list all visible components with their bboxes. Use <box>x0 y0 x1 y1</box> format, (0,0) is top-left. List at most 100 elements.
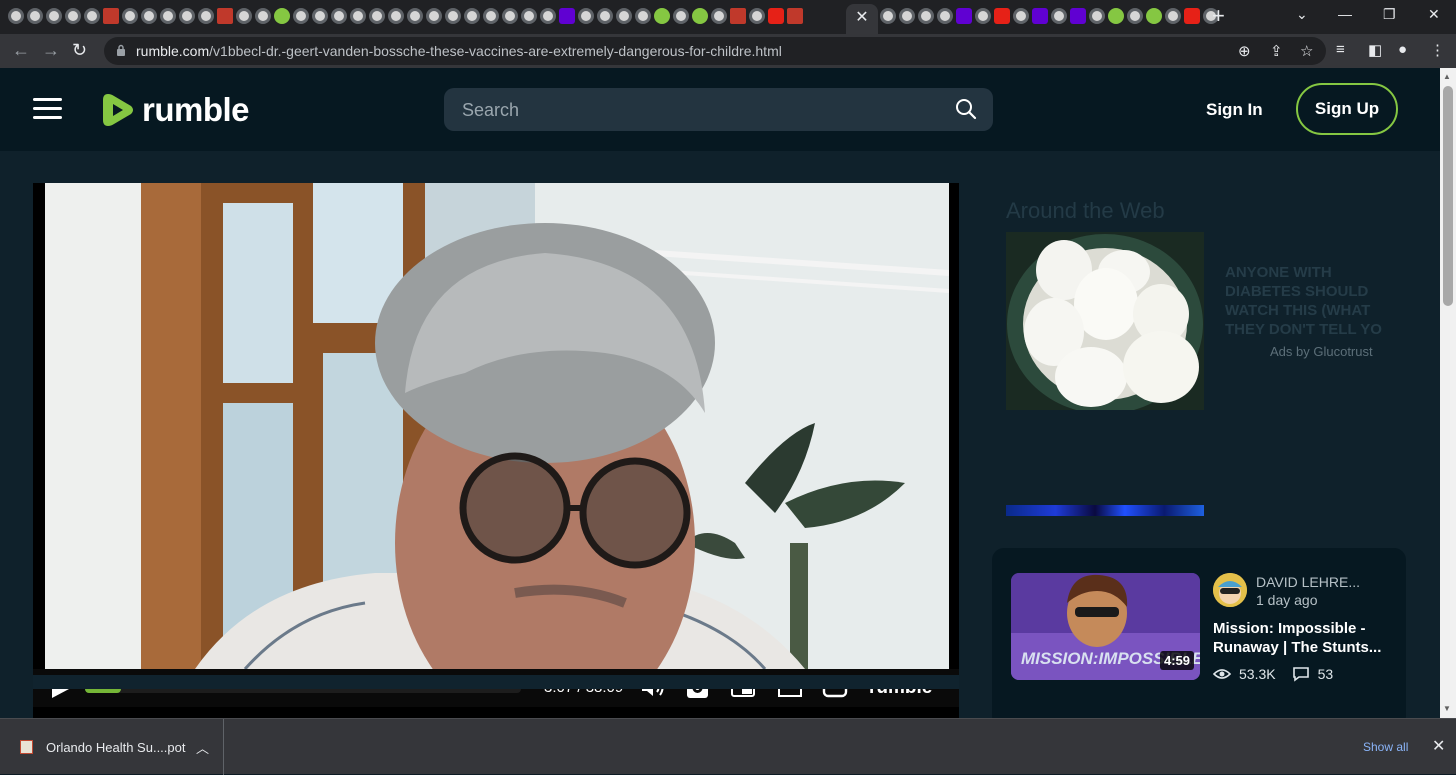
tab-favicon[interactable] <box>274 8 290 24</box>
ad-headline[interactable]: ANYONE WITH DIABETES SHOULD WATCH THIS (… <box>1225 263 1405 339</box>
related-video-card[interactable]: MISSION:IMPOSSIBLE 4:59 DAVID LEHRE... 1… <box>992 548 1406 728</box>
tab-favicon[interactable] <box>122 8 138 24</box>
tab-favicon[interactable] <box>956 8 972 24</box>
tab-favicon[interactable] <box>540 8 556 24</box>
tab-favicon[interactable] <box>918 8 934 24</box>
share-icon[interactable]: ⇪ <box>1270 42 1283 60</box>
tab-favicon[interactable] <box>880 8 896 24</box>
tab-favicon[interactable] <box>388 8 404 24</box>
page-scrollbar[interactable]: ▲ ▼ <box>1440 68 1456 718</box>
tab-favicon[interactable] <box>1184 8 1200 24</box>
search-bar[interactable] <box>444 88 993 131</box>
tab-favicons[interactable] <box>8 8 803 26</box>
tab-favicon[interactable] <box>1127 8 1143 24</box>
tab-favicons-right[interactable] <box>880 8 1219 26</box>
tab-favicon[interactable] <box>1032 8 1048 24</box>
tab-favicon[interactable] <box>1089 8 1105 24</box>
tab-favicon[interactable] <box>749 8 765 24</box>
tab-favicon[interactable] <box>141 8 157 24</box>
sign-up-button[interactable]: Sign Up <box>1296 83 1398 135</box>
restore-icon[interactable]: ❐ <box>1383 6 1396 23</box>
tab-favicon[interactable] <box>350 8 366 24</box>
tab-favicon[interactable] <box>1165 8 1181 24</box>
tab-favicon[interactable] <box>654 8 670 24</box>
tab-favicon[interactable] <box>673 8 689 24</box>
ad-image-eggs[interactable] <box>1006 232 1204 410</box>
tab-favicon[interactable] <box>65 8 81 24</box>
url-text[interactable]: rumble.com/v1bbecl-dr.-geert-vanden-boss… <box>136 43 782 59</box>
scroll-thumb[interactable] <box>1443 86 1453 306</box>
download-item[interactable]: Orlando Health Su....pot ︿ <box>0 719 224 775</box>
tab-favicon[interactable] <box>1051 8 1067 24</box>
tab-favicon[interactable] <box>84 8 100 24</box>
media-control-icon[interactable]: ≡ <box>1336 41 1345 58</box>
tab-favicon[interactable] <box>369 8 385 24</box>
sign-in-link[interactable]: Sign In <box>1206 100 1263 120</box>
tab-favicon[interactable] <box>217 8 233 24</box>
tab-favicon[interactable] <box>937 8 953 24</box>
tab-favicon[interactable] <box>8 8 24 24</box>
search-input[interactable] <box>460 99 940 122</box>
tab-favicon[interactable] <box>559 8 575 24</box>
tab-favicon[interactable] <box>730 8 746 24</box>
ad-banner-strip[interactable] <box>1006 505 1204 516</box>
tab-favicon[interactable] <box>994 8 1010 24</box>
channel-name[interactable]: DAVID LEHRE... <box>1256 574 1360 590</box>
bookmark-star-icon[interactable]: ☆ <box>1300 42 1313 60</box>
related-video-title[interactable]: Mission: Impossible - Runaway | The Stun… <box>1213 619 1391 657</box>
tab-favicon[interactable] <box>768 8 784 24</box>
video-frame[interactable] <box>45 183 949 669</box>
profile-icon[interactable]: ● <box>1398 41 1407 58</box>
tab-favicon[interactable] <box>787 8 803 24</box>
hamburger-menu-icon[interactable] <box>33 98 62 120</box>
tab-favicon[interactable] <box>502 8 518 24</box>
tab-favicon[interactable] <box>255 8 271 24</box>
tab-favicon[interactable] <box>597 8 613 24</box>
tab-favicon[interactable] <box>616 8 632 24</box>
tab-favicon[interactable] <box>464 8 480 24</box>
channel-avatar[interactable] <box>1213 573 1247 607</box>
scroll-up-icon[interactable]: ▲ <box>1443 72 1451 81</box>
scroll-down-icon[interactable]: ▼ <box>1443 704 1451 713</box>
rumble-logo[interactable]: rumble <box>100 90 250 130</box>
tab-favicon[interactable] <box>160 8 176 24</box>
chevron-up-icon[interactable]: ︿ <box>196 738 209 757</box>
tab-favicon[interactable] <box>407 8 423 24</box>
tab-favicon[interactable] <box>711 8 727 24</box>
tab-favicon[interactable] <box>312 8 328 24</box>
tab-favicon[interactable] <box>445 8 461 24</box>
browser-menu-icon[interactable]: ⋮ <box>1430 41 1445 59</box>
forward-icon[interactable]: → <box>42 40 60 61</box>
side-panel-icon[interactable]: ◧ <box>1368 41 1382 59</box>
tab-favicon[interactable] <box>179 8 195 24</box>
close-downloads-icon[interactable]: ✕ <box>1432 736 1445 756</box>
tab-favicon[interactable] <box>293 8 309 24</box>
tab-favicon[interactable] <box>198 8 214 24</box>
ad-attribution[interactable]: Ads by Glucotrust <box>1270 344 1373 359</box>
download-filename[interactable]: Orlando Health Su....pot <box>46 740 185 755</box>
tab-favicon[interactable] <box>483 8 499 24</box>
zoom-icon[interactable]: ⊕ <box>1238 42 1251 60</box>
window-close-icon[interactable]: ✕ <box>1428 6 1440 23</box>
minimize-icon[interactable]: — <box>1338 6 1352 22</box>
video-player[interactable]: 3:07 / 38:09 rumble <box>33 183 959 719</box>
tab-favicon[interactable] <box>103 8 119 24</box>
tab-search-icon[interactable]: ⌄ <box>1296 6 1308 23</box>
tab-favicon[interactable] <box>1013 8 1029 24</box>
reload-icon[interactable]: ↻ <box>72 40 87 61</box>
show-all-downloads-link[interactable]: Show all <box>1363 740 1408 754</box>
address-bar[interactable]: rumble.com/v1bbecl-dr.-geert-vanden-boss… <box>104 37 1326 65</box>
tab-favicon[interactable] <box>331 8 347 24</box>
tab-favicon[interactable] <box>899 8 915 24</box>
tab-favicon[interactable] <box>578 8 594 24</box>
tab-favicon[interactable] <box>975 8 991 24</box>
tab-favicon[interactable] <box>1146 8 1162 24</box>
back-icon[interactable]: ← <box>12 40 30 61</box>
tab-favicon[interactable] <box>1070 8 1086 24</box>
tab-favicon[interactable] <box>692 8 708 24</box>
video-thumbnail[interactable]: MISSION:IMPOSSIBLE 4:59 <box>1011 573 1200 680</box>
tab-favicon[interactable] <box>1108 8 1124 24</box>
tab-favicon[interactable] <box>521 8 537 24</box>
tab-favicon[interactable] <box>27 8 43 24</box>
active-tab[interactable]: ✕ <box>846 4 878 34</box>
